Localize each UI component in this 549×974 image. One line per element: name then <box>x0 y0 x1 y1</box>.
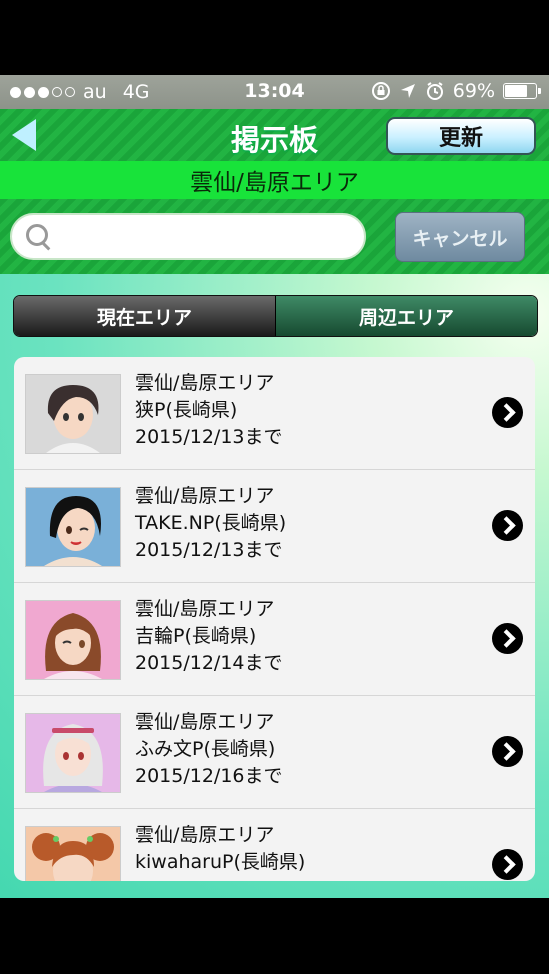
search-bar: キャンセル <box>0 199 549 274</box>
search-input[interactable] <box>62 221 356 255</box>
post-name: TAKE.NP(長崎県) <box>135 512 287 534</box>
app-screen: au 4G 13:04 69% 掲示板 更新 雲仙/島原エリア キャンセル 現在… <box>0 75 549 898</box>
area-tabs: 現在エリア 周辺エリア <box>13 295 538 337</box>
list-item[interactable]: 雲仙/島原エリア 吉輪P(長崎県) 2015/12/14まで <box>14 583 535 696</box>
location-arrow-icon <box>400 84 415 98</box>
search-field[interactable] <box>10 213 366 260</box>
battery-icon <box>503 83 541 99</box>
alarm-clock-icon <box>426 82 443 100</box>
chevron-right-icon[interactable] <box>492 849 523 880</box>
avatar <box>25 487 121 567</box>
tab-nearby-area[interactable]: 周辺エリア <box>275 296 537 336</box>
cancel-button[interactable]: キャンセル <box>395 212 525 262</box>
post-name: 吉輪P(長崎県) <box>135 625 257 647</box>
signal-strength-icon <box>10 86 75 98</box>
network-label: 4G <box>122 81 150 103</box>
nav-bar: 掲示板 更新 <box>0 109 549 161</box>
chevron-right-icon[interactable] <box>492 623 523 654</box>
avatar <box>25 713 121 793</box>
post-area: 雲仙/島原エリア <box>135 598 275 620</box>
status-bar: au 4G 13:04 69% <box>0 75 549 109</box>
avatar <box>25 826 121 881</box>
rotation-lock-icon <box>371 82 390 100</box>
post-name: kiwaharuP(長崎県) <box>135 851 306 873</box>
post-text: 雲仙/島原エリア TAKE.NP(長崎県) 2015/12/13まで <box>135 483 286 564</box>
list-item[interactable]: 雲仙/島原エリア TAKE.NP(長崎県) 2015/12/13まで <box>14 470 535 583</box>
carrier-label: au <box>83 81 107 103</box>
post-text: 雲仙/島原エリア 吉輪P(長崎県) 2015/12/14まで <box>135 596 283 677</box>
tab-current-area[interactable]: 現在エリア <box>14 296 275 336</box>
post-area: 雲仙/島原エリア <box>135 372 275 394</box>
post-text: 雲仙/島原エリア ふみ文P(長崎県) 2015/12/16まで <box>135 709 283 790</box>
battery-percent: 69% <box>452 80 495 102</box>
post-name: 狭P(長崎県) <box>135 399 238 421</box>
list-item[interactable]: 雲仙/島原エリア kiwaharuP(長崎県) <box>14 809 535 881</box>
post-text: 雲仙/島原エリア 狭P(長崎県) 2015/12/13まで <box>135 370 283 451</box>
post-text: 雲仙/島原エリア kiwaharuP(長崎県) <box>135 822 305 876</box>
list-item[interactable]: 雲仙/島原エリア 狭P(長崎県) 2015/12/13まで <box>14 357 535 470</box>
post-list: 雲仙/島原エリア 狭P(長崎県) 2015/12/13まで 雲仙/島原エリア T… <box>14 357 535 881</box>
post-date: 2015/12/13まで <box>135 426 283 448</box>
chevron-right-icon[interactable] <box>492 510 523 541</box>
chevron-right-icon[interactable] <box>492 736 523 767</box>
post-name: ふみ文P(長崎県) <box>135 738 276 760</box>
status-left: au 4G <box>10 81 150 103</box>
content-area: 現在エリア 周辺エリア 雲仙/島原エリア 狭P(長崎県) 2015/12/13ま… <box>0 274 549 898</box>
avatar <box>25 374 121 454</box>
list-item[interactable]: 雲仙/島原エリア ふみ文P(長崎県) 2015/12/16まで <box>14 696 535 809</box>
chevron-right-icon[interactable] <box>492 397 523 428</box>
refresh-button[interactable]: 更新 <box>386 117 536 155</box>
post-area: 雲仙/島原エリア <box>135 485 275 507</box>
avatar <box>25 600 121 680</box>
post-area: 雲仙/島原エリア <box>135 824 275 846</box>
status-right: 69% <box>371 80 541 102</box>
post-date: 2015/12/16まで <box>135 765 283 787</box>
post-date: 2015/12/13まで <box>135 539 283 561</box>
post-area: 雲仙/島原エリア <box>135 711 275 733</box>
post-date: 2015/12/14まで <box>135 652 283 674</box>
search-icon <box>26 224 48 246</box>
area-title: 雲仙/島原エリア <box>0 161 549 199</box>
